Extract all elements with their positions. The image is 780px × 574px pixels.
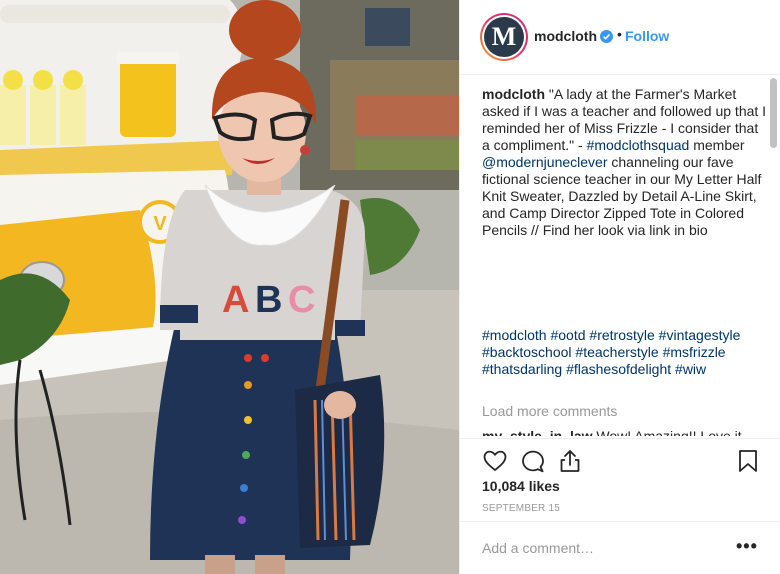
verified-badge-icon — [600, 30, 613, 43]
avatar-border: M — [482, 15, 526, 59]
likes-count[interactable]: 10,084 likes — [482, 478, 560, 494]
sweater-letter-c: C — [288, 279, 315, 321]
hashtag-link[interactable]: #teacherstyle — [575, 344, 658, 360]
hashtag-link[interactable]: #ootd — [550, 327, 585, 343]
scrollbar-thumb[interactable] — [770, 78, 777, 148]
post-date: SEPTEMBER 15 — [482, 503, 560, 514]
hashtag-link[interactable]: #wiw — [675, 361, 706, 377]
hashtag-link[interactable]: #msfrizzle — [663, 344, 726, 360]
bookmark-icon[interactable] — [735, 448, 761, 474]
load-more-comments-button[interactable]: Load more comments — [482, 403, 617, 420]
add-comment-section: ••• — [460, 521, 780, 574]
username-link[interactable]: modcloth — [534, 28, 597, 44]
hashtag-link[interactable]: #vintagestyle — [659, 327, 741, 343]
action-bar — [460, 438, 780, 480]
comment-item: my_style_in_law Wow! Amazing!! Love it — [482, 428, 742, 436]
comment-text: Wow! Amazing!! Love it — [592, 428, 742, 436]
hashtag-link[interactable]: #modcloth — [482, 327, 547, 343]
heart-icon[interactable] — [482, 448, 508, 474]
photo-illustration: V A B C — [0, 0, 459, 574]
hashtag-link[interactable]: #flashesofdelight — [566, 361, 671, 377]
sweater-letter-a: A — [222, 279, 249, 321]
header-separator: • — [617, 26, 622, 42]
comment-bubble-icon[interactable] — [520, 448, 546, 474]
hashtag-comment: #modcloth #ootd #retrostyle #vintagestyl… — [482, 327, 767, 378]
post-header: M modcloth • Follow — [460, 0, 780, 75]
add-comment-input[interactable] — [482, 538, 722, 558]
share-icon[interactable] — [557, 448, 583, 474]
avatar[interactable]: M — [480, 13, 528, 61]
comment-username[interactable]: my_style_in_law — [482, 428, 593, 436]
comments-scrollbar[interactable] — [767, 76, 779, 439]
hashtag-link[interactable]: #thatsdarling — [482, 361, 562, 377]
caption-hashtag[interactable]: #modclothsquad — [587, 137, 690, 153]
caption-text-2: member — [689, 137, 745, 153]
caption-mention[interactable]: @modernjuneclever — [482, 154, 608, 170]
post-details-panel: M modcloth • Follow modcloth "A lady at … — [459, 0, 780, 574]
hashtag-link[interactable]: #retrostyle — [589, 327, 654, 343]
sweater-letter-b: B — [255, 279, 282, 321]
more-options-button[interactable]: ••• — [736, 536, 758, 557]
hashtag-link[interactable]: #backtoschool — [482, 344, 572, 360]
caption: modcloth "A lady at the Farmer's Market … — [482, 86, 767, 239]
post-photo[interactable]: V A B C — [0, 0, 459, 574]
follow-button[interactable]: Follow — [625, 28, 669, 44]
avatar-logo: M — [484, 17, 524, 57]
svg-text:V: V — [153, 213, 167, 235]
caption-username[interactable]: modcloth — [482, 86, 545, 102]
comments-list: modcloth "A lady at the Farmer's Market … — [482, 86, 767, 436]
